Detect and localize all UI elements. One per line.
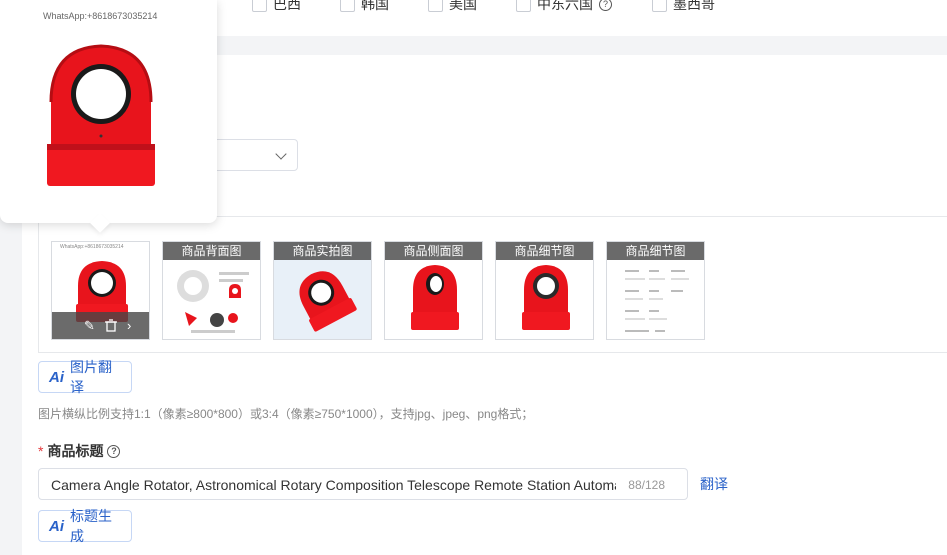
required-mark: * — [38, 443, 44, 459]
chevron-right-icon[interactable]: › — [127, 318, 131, 333]
country-checkbox-korea[interactable]: 韩国 — [340, 0, 389, 14]
thumbnail-label: 商品实拍图 — [274, 242, 371, 260]
spec-image-thumbnail[interactable]: 商品细节图 — [606, 241, 705, 340]
watermark-text: WhatsApp:+8618673035214 — [60, 244, 124, 250]
side-image-thumbnail[interactable]: 商品侧面图 — [384, 241, 483, 340]
checkbox-box[interactable] — [516, 0, 531, 12]
detail-image-thumbnail[interactable]: 商品细节图 — [495, 241, 594, 340]
trash-icon[interactable] — [105, 319, 117, 332]
checkbox-box[interactable] — [652, 0, 667, 12]
divider — [38, 216, 39, 353]
button-label: 标题生成 — [70, 508, 112, 544]
country-label: 美国 — [449, 0, 477, 12]
main-image-thumbnail[interactable]: WhatsApp:+8618673035214 ✎ › — [51, 241, 150, 340]
country-label: 中东六国 — [537, 0, 593, 12]
ai-icon: Ai — [49, 517, 64, 535]
country-checkbox-mexico[interactable]: 墨西哥 — [652, 0, 715, 14]
country-label: 韩国 — [361, 0, 389, 12]
help-icon[interactable]: ? — [107, 444, 121, 458]
chevron-down-icon — [275, 148, 287, 160]
ai-icon: Ai — [49, 368, 64, 386]
image-translate-button[interactable]: Ai 图片翻译 — [38, 359, 132, 395]
title-field-label: * 商品标题 ? — [38, 441, 121, 461]
divider — [38, 352, 947, 353]
product-image — [299, 271, 357, 332]
thumbnail-actions-bar: ✎ › — [52, 312, 149, 339]
country-checkbox-usa[interactable]: 美国 — [428, 0, 477, 14]
country-label: 巴西 — [273, 0, 301, 12]
country-checkbox-brazil[interactable]: 巴西 — [252, 0, 301, 14]
product-image-large — [47, 44, 155, 186]
edit-icon[interactable]: ✎ — [84, 318, 95, 334]
watermark-text: WhatsApp:+8618673035214 — [43, 11, 158, 21]
thumbnail-label: 商品侧面图 — [385, 242, 482, 260]
thumbnail-label: 商品细节图 — [496, 242, 593, 260]
product-image — [177, 270, 249, 333]
button-label: 图片翻译 — [70, 359, 112, 395]
title-value[interactable]: Camera Angle Rotator, Astronomical Rotar… — [51, 477, 616, 493]
label-text: 商品标题 — [47, 443, 104, 459]
checkbox-box[interactable] — [252, 0, 267, 12]
title-generate-button[interactable]: Ai 标题生成 — [38, 508, 132, 544]
thumbnail-label: 商品细节图 — [607, 242, 704, 260]
translate-link[interactable]: 翻译 — [700, 474, 728, 494]
country-label: 墨西哥 — [673, 0, 715, 12]
character-count: 88/128 — [628, 478, 665, 492]
thumbnail-label: 商品背面图 — [163, 242, 260, 260]
country-checkbox-middle-east[interactable]: 中东六国 ? — [516, 0, 612, 14]
product-title-input[interactable]: Camera Angle Rotator, Astronomical Rotar… — [38, 468, 688, 500]
product-image — [522, 265, 570, 330]
real-photo-thumbnail[interactable]: 商品实拍图 — [273, 241, 372, 340]
image-requirements-hint: 图片横纵比例支持1:1（像素≥800*800）或3:4（像素≥750*1000）… — [38, 407, 534, 421]
checkbox-box[interactable] — [428, 0, 443, 12]
image-preview-popover: WhatsApp:+8618673035214 — [0, 0, 217, 233]
back-image-thumbnail[interactable]: 商品背面图 — [162, 241, 261, 340]
product-image — [411, 265, 459, 330]
checkbox-box[interactable] — [340, 0, 355, 12]
help-icon[interactable]: ? — [599, 0, 612, 11]
